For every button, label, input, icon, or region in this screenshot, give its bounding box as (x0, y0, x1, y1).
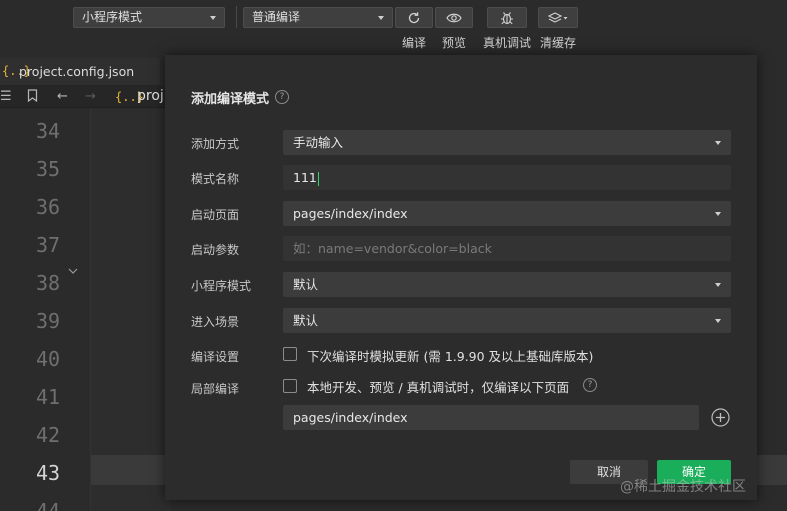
current-line-highlight (91, 455, 171, 485)
partial-compile-label: 局部编译 (191, 382, 240, 396)
compile-button[interactable] (395, 7, 433, 28)
current-line-highlight (757, 455, 787, 485)
preview-label: 预览 (442, 36, 467, 50)
mode-name-value: 111 (293, 170, 317, 185)
compile-select-value: 普通编译 (252, 10, 301, 24)
line-number: 38 (36, 271, 61, 295)
line-number: 35 (36, 157, 61, 181)
start-params-label: 启动参数 (191, 243, 240, 257)
back-arrow-icon[interactable]: ← (57, 89, 68, 104)
menu-icon[interactable]: ☰ (0, 89, 12, 104)
partial-compile-check-label[interactable]: 本地开发、预览 / 真机调试时，仅编译以下页面 (307, 377, 569, 396)
scene-select[interactable]: 默认 (283, 308, 731, 333)
clear-cache-label: 清缓存 (540, 36, 577, 50)
line-number: 36 (36, 195, 61, 219)
editor-right-area (757, 55, 787, 511)
editor-nav-bar: ☰ ← → {..} proj (0, 86, 170, 108)
text-cursor (317, 171, 319, 186)
compile-select[interactable]: 普通编译 (243, 7, 393, 28)
mini-mode-label: 小程序模式 (191, 279, 252, 293)
help-icon[interactable]: ? (275, 90, 289, 104)
line-number-gutter: 34 35 36 37 38 39 40 41 42 43 44 (0, 109, 90, 511)
start-page-select[interactable]: pages/index/index (283, 201, 731, 226)
chevron-down-icon (715, 141, 721, 145)
simulate-update-checkbox[interactable] (283, 347, 297, 361)
line-number-current: 43 (36, 461, 61, 485)
code-area[interactable] (90, 109, 171, 511)
chevron-down-icon (715, 212, 721, 216)
mode-select[interactable]: 小程序模式 (73, 7, 225, 28)
layers-icon (548, 11, 568, 23)
line-number: 44 (36, 499, 61, 511)
bookmark-icon[interactable] (27, 89, 38, 106)
mode-select-value: 小程序模式 (82, 10, 143, 24)
simulate-update-label[interactable]: 下次编译时模拟更新 (需 1.9.90 及以上基础库版本) (307, 346, 593, 365)
remote-debug-label: 真机调试 (483, 36, 532, 50)
fold-chevron-icon[interactable] (68, 266, 78, 276)
plus-circle-icon[interactable] (711, 408, 730, 427)
file-tab-name: project.config.json (19, 64, 135, 79)
refresh-icon (408, 11, 420, 23)
line-number: 37 (36, 233, 61, 257)
preview-button[interactable] (435, 7, 473, 28)
eye-icon (446, 13, 462, 22)
add-compile-mode-dialog: 添加编译模式 ? 添加方式 手动输入 模式名称 111 启动页面 pages/i… (165, 55, 757, 500)
line-number: 41 (36, 385, 61, 409)
start-page-value: pages/index/index (293, 206, 408, 221)
line-number: 42 (36, 423, 61, 447)
help-icon[interactable]: ? (583, 378, 597, 392)
start-page-label: 启动页面 (191, 208, 240, 222)
scene-label: 进入场景 (191, 315, 240, 329)
partial-compile-page-input[interactable]: pages/index/index (283, 405, 699, 430)
chevron-down-icon (715, 319, 721, 323)
compile-label: 编译 (402, 36, 427, 50)
mini-mode-select[interactable]: 默认 (283, 272, 731, 297)
chevron-down-icon (210, 16, 216, 20)
line-number: 34 (36, 119, 61, 143)
remote-debug-button[interactable] (487, 7, 527, 28)
add-method-value: 手动输入 (293, 135, 344, 150)
line-number: 40 (36, 347, 61, 371)
mode-name-input[interactable]: 111 (283, 165, 731, 190)
add-method-select[interactable]: 手动输入 (283, 130, 731, 155)
scene-value: 默认 (293, 313, 319, 328)
chevron-down-icon (378, 16, 384, 20)
mode-name-label: 模式名称 (191, 172, 240, 186)
toolbar-divider (236, 6, 237, 28)
breadcrumb[interactable]: proj (137, 88, 164, 104)
start-params-input[interactable]: 如：name=vendor&color=black (283, 236, 731, 261)
watermark: @稀土掘金技术社区 (620, 479, 746, 495)
clear-cache-button[interactable] (538, 7, 578, 28)
forward-arrow-icon[interactable]: → (85, 89, 96, 104)
toolbar: 小程序模式 普通编译 编译 预览 真机调试 清缓存 (0, 0, 787, 55)
editor-file-tab[interactable]: {..} project.config.json (0, 58, 160, 86)
dialog-title: 添加编译模式 (191, 92, 270, 107)
start-params-placeholder: 如：name=vendor&color=black (293, 241, 492, 256)
line-number: 39 (36, 309, 61, 333)
compile-settings-label: 编译设置 (191, 350, 240, 364)
partial-compile-page-value: pages/index/index (293, 410, 408, 425)
mini-mode-value: 默认 (293, 277, 319, 292)
bug-icon (501, 11, 513, 24)
add-method-label: 添加方式 (191, 137, 240, 151)
chevron-down-icon (715, 283, 721, 287)
partial-compile-checkbox[interactable] (283, 379, 297, 393)
